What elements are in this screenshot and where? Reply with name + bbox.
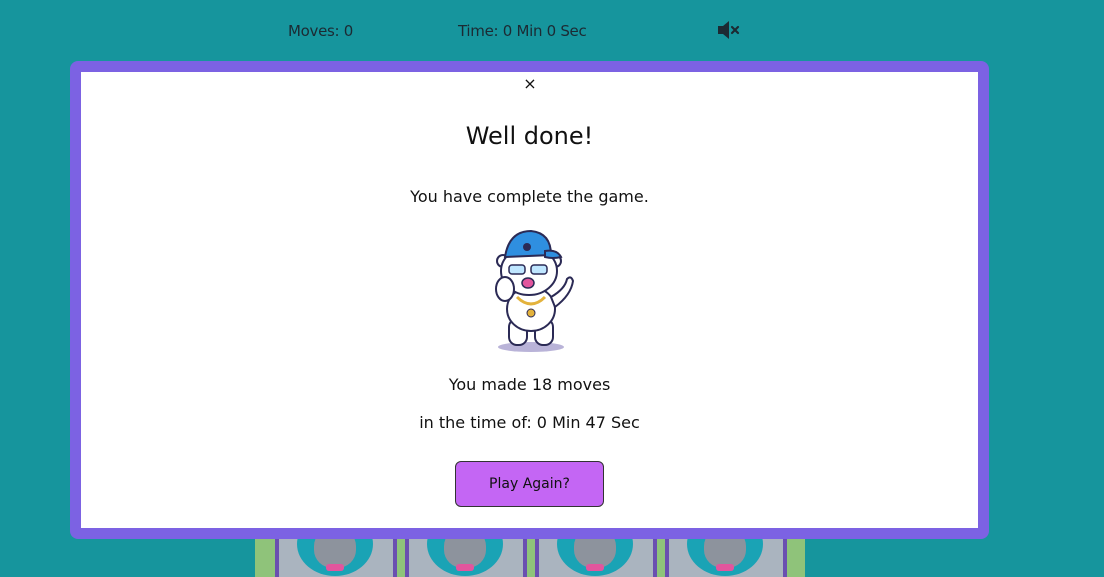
bow-tie-icon: [326, 564, 344, 571]
win-modal-frame: × Well done! You have complete the game.: [70, 61, 989, 539]
modal-subtitle: You have complete the game.: [410, 187, 649, 206]
polar-bear-mascot-icon: [495, 229, 575, 352]
bow-tie-icon: [586, 564, 604, 571]
time-result: in the time of: 0 Min 47 Sec: [419, 413, 640, 432]
moves-result: You made 18 moves: [448, 375, 611, 394]
play-again-button[interactable]: Play Again?: [455, 461, 604, 507]
volume-mute-icon: [718, 21, 740, 39]
moves-counter: Moves: 0: [288, 22, 354, 40]
close-button[interactable]: ×: [521, 74, 539, 94]
mute-button[interactable]: [716, 19, 742, 41]
bow-tie-icon: [716, 564, 734, 571]
status-bar: Moves: 0 Time: 0 Min 0 Sec: [0, 0, 1104, 60]
timer: Time: 0 Min 0 Sec: [458, 22, 587, 40]
bow-tie-icon: [456, 564, 474, 571]
win-modal: × Well done! You have complete the game.: [81, 72, 978, 528]
modal-title: Well done!: [465, 122, 594, 150]
